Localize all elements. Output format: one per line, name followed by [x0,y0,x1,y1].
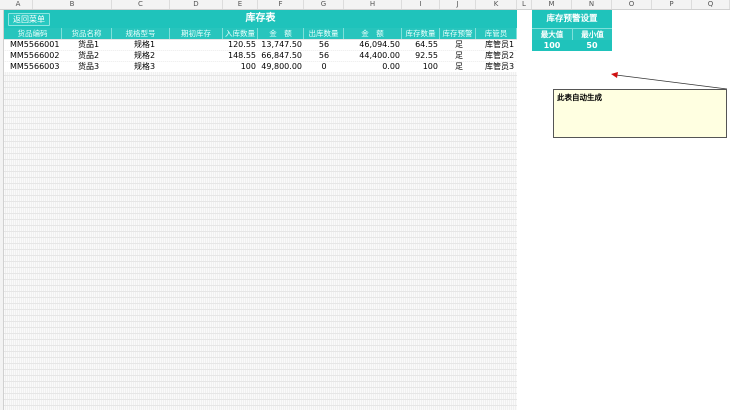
comment-text: 此表自动生成 [557,93,602,102]
comment-connector-arrow [611,72,728,90]
cell-comment-box[interactable]: 此表自动生成 [553,89,727,138]
comment-indicator-icon [611,72,618,78]
